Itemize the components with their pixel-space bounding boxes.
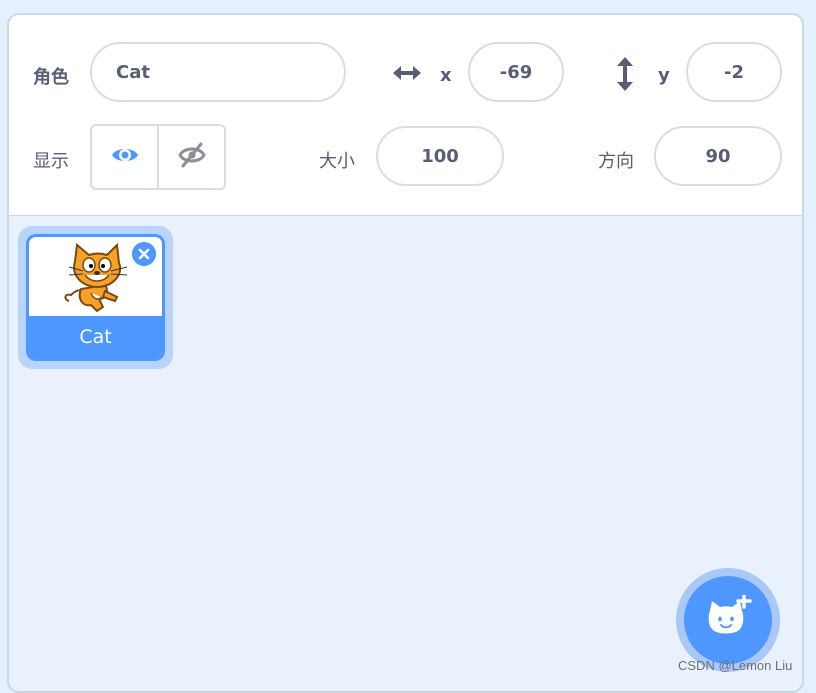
eye-slash-icon (177, 142, 207, 172)
horizontal-double-arrow-icon (391, 63, 423, 87)
x-position-input[interactable]: -69 (468, 42, 564, 102)
y-position-value: -2 (724, 61, 744, 83)
sprite-tile-name: Cat (29, 316, 162, 358)
y-label: y (658, 65, 670, 86)
direction-value: 90 (705, 145, 731, 167)
vertical-double-arrow-icon (615, 56, 635, 96)
delete-sprite-button[interactable] (130, 240, 158, 268)
choose-sprite-button[interactable] (676, 568, 780, 672)
x-label: x (440, 65, 452, 86)
eye-icon (110, 144, 140, 170)
show-button[interactable] (92, 126, 159, 188)
watermark: CSDN @Lemon Liu (678, 658, 793, 673)
sprite-info-bar: 角色 Cat x -69 y -2 显示 大小 100 方向 90 (9, 15, 802, 216)
direction-label: 方向 (598, 151, 634, 172)
size-value: 100 (421, 145, 459, 167)
sprite-name-value: Cat (116, 61, 150, 83)
x-position-value: -69 (499, 61, 533, 83)
close-icon (138, 245, 150, 264)
size-input[interactable]: 100 (376, 126, 504, 186)
hide-button[interactable] (159, 126, 224, 188)
visibility-toggle (90, 124, 226, 190)
size-label: 大小 (319, 151, 355, 172)
y-position-input[interactable]: -2 (686, 42, 782, 102)
direction-input[interactable]: 90 (654, 126, 782, 186)
show-label: 显示 (33, 151, 69, 172)
cat-plus-icon (704, 593, 752, 645)
sprite-name-input[interactable]: Cat (90, 42, 346, 102)
choose-sprite-button-core (684, 576, 772, 664)
sprite-name-label: 角色 (33, 67, 69, 88)
cat-costume-thumbnail (61, 241, 133, 317)
